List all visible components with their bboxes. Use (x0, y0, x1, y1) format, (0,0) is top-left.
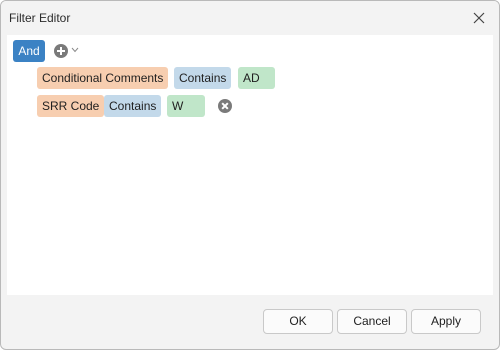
add-condition-button[interactable] (54, 43, 82, 59)
group-operator-button[interactable]: And (13, 40, 45, 62)
close-button[interactable] (467, 6, 491, 30)
plus-circle-icon (54, 44, 68, 58)
condition-operator[interactable]: Contains (174, 67, 232, 89)
filter-editor-dialog: Filter Editor And Conditional Comments C… (0, 0, 500, 350)
condition-field[interactable]: Conditional Comments (37, 67, 169, 89)
condition-field[interactable]: SRR Code (37, 95, 105, 117)
cancel-button[interactable]: Cancel (337, 309, 407, 334)
dialog-title: Filter Editor (9, 11, 71, 25)
apply-button[interactable]: Apply (411, 309, 481, 334)
ok-button[interactable]: OK (263, 309, 333, 334)
close-icon (473, 12, 485, 24)
condition-value[interactable]: W (167, 95, 205, 117)
title-bar: Filter Editor (1, 1, 499, 35)
condition-operator[interactable]: Contains (104, 95, 162, 117)
chevron-down-icon (71, 47, 79, 53)
filter-tree: And Conditional Comments Contains AD SRR… (7, 35, 493, 295)
condition-value[interactable]: AD (238, 67, 275, 89)
remove-condition-button[interactable] (218, 99, 232, 113)
